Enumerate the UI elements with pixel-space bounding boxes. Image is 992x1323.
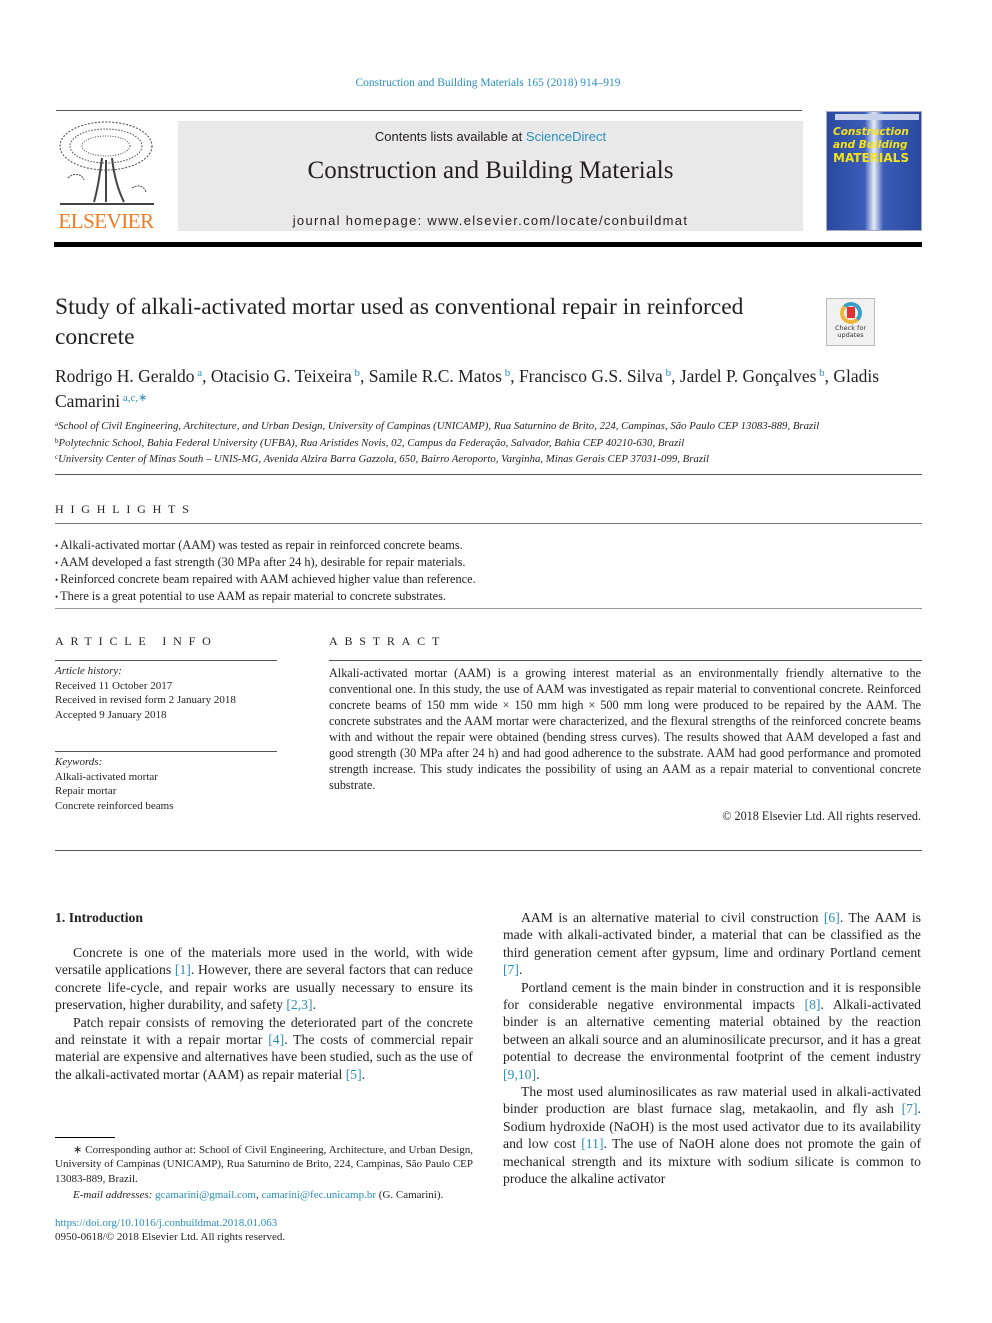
history-items: Received 11 October 2017 Received in revi…	[55, 679, 295, 723]
citation-link[interactable]: [1]	[175, 962, 191, 977]
section-heading-introduction: 1. Introduction	[55, 910, 143, 925]
contents-prefix: Contents lists available at	[374, 129, 526, 144]
article-history-label: Article history:	[55, 665, 122, 677]
author-affiliation-mark[interactable]: b	[352, 367, 360, 379]
divider	[55, 751, 277, 752]
highlight-item: There is a great potential to use AAM as…	[55, 588, 655, 605]
divider	[55, 474, 922, 475]
citation-link[interactable]: [8]	[805, 997, 821, 1012]
affiliation: cUniversity Center of Minas South – UNIS…	[55, 450, 935, 467]
citation-link[interactable]: [6]	[824, 910, 840, 925]
body-paragraph: AAM is an alternative material to civil …	[503, 910, 921, 978]
check-for-updates-label: Check for updates	[835, 324, 866, 339]
keyword-item[interactable]: Repair mortar	[55, 784, 295, 799]
journal-homepage-link[interactable]: journal homepage: www.elsevier.com/locat…	[178, 213, 803, 228]
highlights-list: Alkali-activated mortar (AAM) was tested…	[55, 537, 655, 605]
affiliation: bPolytechnic School, Bahia Federal Unive…	[55, 434, 935, 451]
author-list: Rodrigo H. Geraldo a, Otacisio G. Teixei…	[55, 366, 880, 411]
affiliation-text: Polytechnic School, Bahia Federal Univer…	[58, 436, 685, 449]
email-link[interactable]: gcamarini@gmail.com	[155, 1189, 256, 1201]
author-affiliation-mark[interactable]: a,c,∗	[120, 392, 147, 404]
author-name[interactable]: Francisco G.S. Silva	[519, 366, 663, 386]
body-paragraph: Patch repair consists of removing the de…	[55, 1014, 473, 1082]
body-column-right: AAM is an alternative material to civil …	[503, 909, 921, 1188]
body-paragraph: The most used aluminosilicates as raw ma…	[503, 1084, 921, 1187]
history-item: Received 11 October 2017	[55, 679, 173, 692]
author-affiliation-mark[interactable]: b	[502, 367, 511, 379]
check-for-updates-button[interactable]: Check for updates	[826, 298, 875, 346]
journal-title: Construction and Building Materials	[307, 157, 674, 184]
history-item: Received in revised form 2 January 2018	[55, 694, 236, 707]
highlights-heading: HIGHLIGHTS	[55, 502, 196, 516]
cover-header-strip	[835, 114, 919, 120]
author-name[interactable]: Jardel P. Gonçalves	[680, 366, 817, 386]
citation-link[interactable]: [9,10]	[503, 1067, 536, 1082]
journal-reference-link[interactable]: Construction and Building Materials 165 …	[0, 77, 976, 89]
citation-link[interactable]: [2,3]	[286, 997, 312, 1012]
doi-link[interactable]: https://doi.org/10.1016/j.conbuildmat.20…	[55, 1216, 285, 1230]
cover-line-1: Construction	[833, 126, 909, 138]
cover-title: Construction and Building MATERIALS	[833, 126, 921, 165]
journal-cover-thumbnail[interactable]: Construction and Building MATERIALS	[826, 111, 922, 231]
body-column-left: Concrete is one of the materials more us…	[55, 944, 473, 1083]
article-info-heading: ARTICLE INFO	[55, 634, 218, 648]
email-line: E-mail addresses: gcamarini@gmail.com, c…	[73, 1189, 444, 1202]
contents-line: Contents lists available at ScienceDirec…	[178, 129, 803, 144]
body-paragraph: Concrete is one of the materials more us…	[55, 945, 473, 1013]
highlight-item: Alkali-activated mortar (AAM) was tested…	[55, 537, 655, 554]
header-rule	[56, 110, 802, 111]
elsevier-logo[interactable]: ELSEVIER	[54, 118, 158, 234]
elsevier-tree-icon	[59, 121, 154, 205]
divider	[55, 523, 922, 524]
footnote: ∗ Corresponding author at: School of Civ…	[55, 1143, 473, 1203]
author-name[interactable]: Rodrigo H. Geraldo	[55, 366, 195, 386]
article-history: Article history: Received 11 October 201…	[55, 664, 295, 722]
email-owner: (G. Camarini).	[376, 1189, 444, 1202]
highlight-item: Reinforced concrete beam repaired with A…	[55, 571, 655, 588]
issn-line: 0950-0618/© 2018 Elsevier Ltd. All right…	[55, 1231, 286, 1244]
email-link[interactable]: camarini@fec.unicamp.br	[261, 1189, 376, 1201]
affiliation-text: University Center of Minas South – UNIS-…	[58, 453, 710, 466]
citation-link[interactable]: [11]	[581, 1136, 603, 1151]
header-heavy-rule	[54, 242, 922, 247]
author-name[interactable]: Samile R.C. Matos	[369, 366, 502, 386]
article-title: Study of alkali-activated mortar used as…	[55, 294, 744, 350]
author-affiliation-mark[interactable]: a	[195, 367, 202, 379]
divider	[55, 608, 922, 609]
divider	[329, 660, 922, 661]
crossmark-icon	[839, 302, 862, 324]
keywords-label: Keywords:	[55, 756, 103, 768]
divider	[55, 660, 277, 661]
abstract-text: Alkali-activated mortar (AAM) is a growi…	[329, 666, 921, 792]
email-label: E-mail addresses:	[73, 1189, 156, 1202]
citation-link[interactable]: [5]	[346, 1067, 362, 1082]
abstract-copyright: © 2018 Elsevier Ltd. All rights reserved…	[722, 809, 921, 823]
doi-block: https://doi.org/10.1016/j.conbuildmat.20…	[55, 1216, 285, 1245]
footnote-rule	[55, 1137, 115, 1138]
cover-line-3: MATERIALS	[833, 151, 909, 165]
history-item: Accepted 9 January 2018	[55, 708, 167, 721]
author-affiliation-mark[interactable]: b	[663, 367, 672, 379]
elsevier-wordmark: ELSEVIER	[58, 209, 154, 233]
affiliation: aSchool of Civil Engineering, Architectu…	[55, 417, 935, 434]
divider	[55, 850, 922, 851]
highlight-item: AAM developed a fast strength (30 MPa af…	[55, 554, 655, 571]
citation-link[interactable]: [7]	[902, 1101, 918, 1116]
affiliations: aSchool of Civil Engineering, Architectu…	[55, 417, 935, 467]
sciencedirect-link[interactable]: ScienceDirect	[526, 129, 606, 144]
affiliation-text: School of Civil Engineering, Architectur…	[58, 420, 820, 432]
body-paragraph: Portland cement is the main binder in co…	[503, 979, 921, 1082]
keyword-item[interactable]: Alkali-activated mortar	[55, 770, 295, 785]
keyword-items: Alkali-activated mortar Repair mortar Conc…	[55, 770, 295, 814]
citation-link[interactable]: [4]	[268, 1032, 284, 1047]
journal-banner: Contents lists available at ScienceDirec…	[178, 121, 803, 231]
citation-link[interactable]: [7]	[503, 962, 519, 977]
keywords: Keywords: Alkali-activated mortar Repair …	[55, 755, 295, 813]
author-name[interactable]: Otacisio G. Teixeira	[211, 366, 352, 386]
corresponding-author-note: ∗ Corresponding author at: School of Civ…	[55, 1144, 473, 1185]
author-affiliation-mark[interactable]: b	[816, 367, 825, 379]
keyword-item[interactable]: Concrete reinforced beams	[55, 799, 295, 814]
abstract-heading: ABSTRACT	[329, 634, 447, 648]
